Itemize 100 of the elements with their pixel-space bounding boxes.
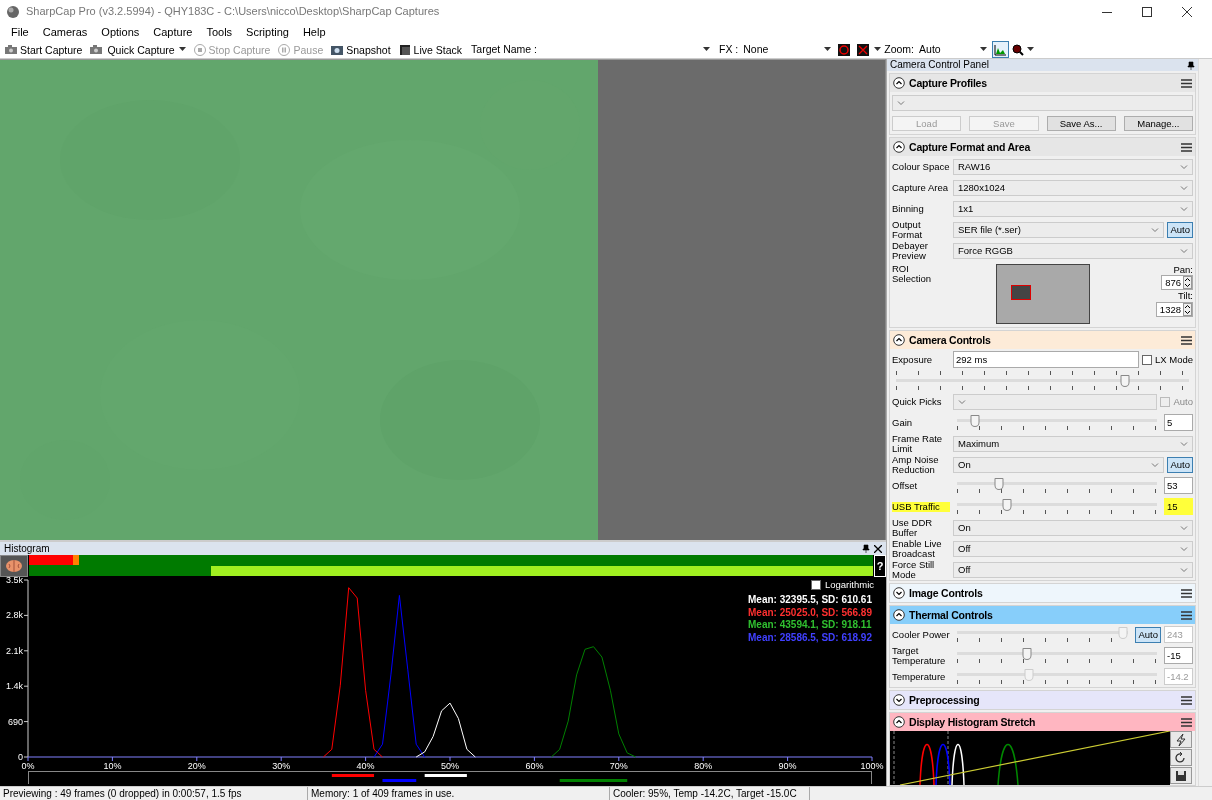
menu-icon[interactable] — [1181, 695, 1192, 705]
checkbox[interactable] — [1141, 354, 1152, 365]
pin-icon[interactable] — [1187, 60, 1195, 70]
chevron-down-icon[interactable] — [1180, 439, 1188, 448]
chevron-down-icon[interactable] — [1180, 204, 1188, 213]
toolbar-button[interactable]: Snapshot — [328, 42, 393, 57]
profile-button[interactable]: Save As... — [1046, 116, 1116, 131]
dropdown[interactable]: Maximum — [953, 435, 1193, 452]
checkbox[interactable] — [810, 579, 821, 590]
dropdown[interactable]: On — [953, 456, 1165, 473]
field-label: Binning — [892, 203, 925, 214]
slider-thumb[interactable] — [1120, 375, 1130, 387]
menu-icon[interactable] — [1181, 717, 1192, 727]
stretch-tool-button[interactable] — [1170, 749, 1192, 766]
menu-item[interactable]: Options — [94, 25, 147, 40]
field-label: Target Temperature — [892, 645, 947, 666]
profile-button[interactable]: Manage... — [1123, 116, 1193, 131]
stretch-tool-button[interactable] — [1170, 731, 1192, 748]
stretch-tool-button[interactable] — [1170, 767, 1192, 784]
slider-thumb[interactable] — [994, 478, 1004, 490]
field-label: Zoom: — [884, 43, 915, 56]
menu-item[interactable]: Scripting — [239, 25, 296, 40]
chevron-down-icon[interactable] — [958, 397, 966, 406]
section-title: Camera Controls — [909, 333, 992, 347]
dropdown[interactable]: RAW16 — [953, 158, 1193, 175]
toolbar-button[interactable] — [836, 41, 853, 58]
dropdown[interactable]: Off — [953, 540, 1193, 557]
auto-button[interactable]: Auto — [1167, 221, 1193, 238]
menu-icon[interactable] — [1181, 588, 1192, 598]
auto-button[interactable]: Auto — [1167, 456, 1193, 473]
chevron-down-icon[interactable] — [1180, 565, 1188, 574]
collapse-icon[interactable] — [893, 141, 905, 153]
field-label: Pan: — [1173, 264, 1193, 276]
slider-thumb[interactable] — [1002, 499, 1012, 511]
dropdown[interactable]: Off — [953, 561, 1193, 578]
caret-icon[interactable] — [1027, 47, 1035, 52]
menu-icon[interactable] — [1181, 78, 1192, 88]
range-bar — [382, 779, 417, 782]
close-icon[interactable] — [1182, 7, 1192, 17]
collapse-icon[interactable] — [893, 609, 905, 621]
dropdown[interactable]: On — [953, 519, 1193, 536]
expand-icon[interactable] — [893, 694, 905, 706]
camera-icon — [89, 42, 104, 57]
slider-thumb[interactable] — [1022, 648, 1032, 660]
chevron-down-icon[interactable] — [1151, 225, 1160, 234]
chevron-down-icon[interactable] — [1151, 460, 1160, 469]
menu-item[interactable]: Cameras — [35, 25, 95, 40]
statistics-text: Mean: 43594.1, SD: 918.11 — [748, 619, 872, 632]
dropdown[interactable]: Force RGGB — [953, 242, 1193, 259]
value-field[interactable]: -15 — [1164, 647, 1193, 664]
spin-field[interactable]: 1328 — [1155, 301, 1193, 317]
menu-icon[interactable] — [1181, 610, 1192, 620]
toolbar-button[interactable]: Live Stack — [395, 42, 465, 57]
menu-item[interactable]: Help — [295, 25, 333, 40]
toolbar-button[interactable]: Quick Capture — [87, 42, 188, 57]
expand-icon[interactable] — [893, 587, 905, 599]
maximize-icon[interactable] — [1142, 7, 1152, 17]
menu-icon[interactable] — [1181, 335, 1192, 345]
section-title: Display Histogram Stretch — [909, 715, 1037, 729]
collapse-icon[interactable] — [893, 334, 905, 346]
dropdown[interactable]: 1x1 — [953, 200, 1193, 217]
chevron-down-icon[interactable] — [1180, 162, 1188, 171]
brain-button[interactable] — [0, 555, 28, 577]
caret-icon[interactable] — [874, 47, 882, 52]
field-label: Use DDR Buffer — [892, 517, 934, 538]
chevron-down-icon[interactable] — [1180, 544, 1188, 553]
menu-item[interactable]: File — [4, 25, 36, 40]
pin-icon[interactable] — [862, 544, 870, 553]
axis-label: 0 — [18, 752, 23, 762]
menu-icon[interactable] — [1181, 142, 1192, 152]
histogram-icon — [994, 43, 1008, 56]
value-field[interactable]: 53 — [1164, 477, 1193, 494]
roi-rectangle[interactable] — [1011, 285, 1031, 300]
toolbar-button[interactable]: Start Capture — [2, 42, 85, 57]
collapse-icon[interactable] — [893, 716, 905, 728]
magnifier-icon[interactable] — [1012, 43, 1025, 56]
histogram-toggle[interactable] — [992, 41, 1010, 58]
dropdown[interactable]: 1280x1024 — [953, 179, 1193, 196]
axis-label: 2.8k — [6, 610, 23, 621]
field-label: Enable Live Broadcast — [892, 538, 943, 559]
value-field[interactable]: 15 — [1164, 498, 1193, 515]
menu-item[interactable]: Capture — [146, 25, 200, 40]
field-label: Force Still Mode — [892, 559, 936, 580]
chevron-down-icon[interactable] — [1180, 183, 1188, 192]
chevron-down-icon[interactable] — [897, 98, 905, 107]
exposure-field[interactable]: 292 ms — [953, 351, 1139, 368]
slider-thumb[interactable] — [970, 415, 980, 427]
toolbar-button[interactable] — [855, 41, 872, 58]
axis-label: 690 — [7, 716, 23, 727]
section-title: Capture Format and Area — [909, 140, 1032, 154]
chevron-down-icon[interactable] — [1180, 523, 1188, 532]
roi-preview[interactable] — [996, 264, 1090, 324]
menu-item[interactable]: Tools — [199, 25, 240, 40]
spin-field[interactable]: 876 — [1161, 275, 1193, 291]
value-field[interactable]: 5 — [1164, 414, 1193, 431]
close-icon[interactable] — [874, 544, 882, 553]
help-button[interactable]: ? — [874, 555, 886, 577]
chevron-down-icon[interactable] — [1180, 246, 1188, 255]
dropdown[interactable]: SER file (*.ser) — [953, 221, 1165, 238]
collapse-icon[interactable] — [893, 77, 905, 89]
